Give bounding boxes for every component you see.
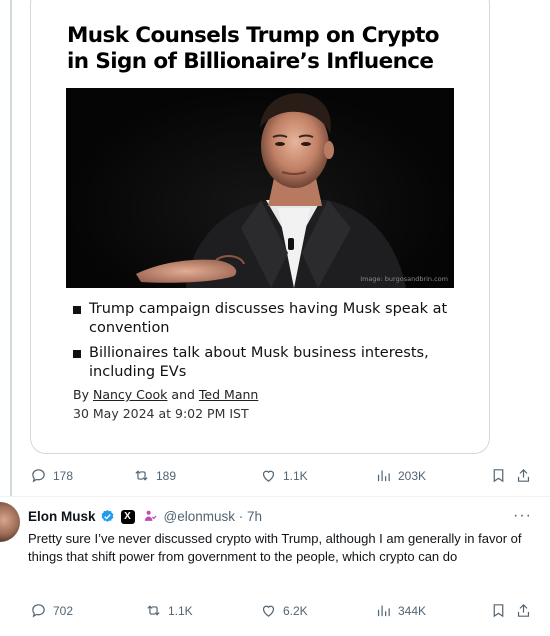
affiliate-icon[interactable] [143, 509, 158, 524]
like-icon [262, 605, 275, 617]
reply-button[interactable]: 702 [30, 602, 73, 619]
author-link-ted-mann[interactable]: Ted Mann [199, 387, 258, 402]
like-button[interactable]: 1.1K [260, 467, 308, 484]
tweet-divider [0, 496, 550, 497]
repost-button[interactable]: 1.1K [145, 602, 193, 619]
bullet-square-icon [73, 306, 81, 314]
article-byline: By Nancy Cook and Ted Mann [73, 387, 258, 402]
share-icon [517, 603, 530, 617]
portrait-illustration [136, 93, 406, 288]
share-button[interactable] [515, 602, 532, 622]
thread-line [10, 0, 12, 496]
reply-post-header: Elon Musk X @elonmusk · 7h [28, 509, 262, 524]
byline-and: and [171, 387, 195, 402]
article-card[interactable]: Musk Counsels Trump on Crypto in Sign of… [30, 0, 490, 454]
bullet-text: Trump campaign discusses having Musk spe… [89, 301, 448, 336]
image-credit: Image: burgosandbrin.com [360, 275, 448, 283]
views-button[interactable]: 203K [375, 467, 426, 484]
reply-button[interactable]: 178 [30, 467, 73, 484]
views-count: 344K [398, 603, 427, 618]
article-headline: Musk Counsels Trump on Crypto in Sign of… [67, 23, 440, 74]
bullet-square-icon [73, 350, 81, 358]
reply-post-action-bar: 702 1.1K 6.2K 344K [30, 602, 535, 622]
first-tweet-action-bar: 178 189 1.1K 203K [30, 467, 535, 487]
bookmark-button[interactable] [490, 467, 507, 487]
views-button[interactable]: 344K [375, 602, 426, 619]
repost-icon [147, 605, 160, 616]
like-count: 6.2K [283, 603, 308, 618]
like-icon [262, 470, 275, 482]
post-text: Pretty sure I’ve never discussed crypto … [28, 531, 522, 564]
verified-icon [101, 509, 113, 522]
repost-icon [135, 470, 148, 481]
views-icon [377, 470, 390, 482]
bookmark-icon [493, 604, 504, 618]
bullet-item: Trump campaign discusses having Musk spe… [73, 300, 473, 338]
share-icon [517, 468, 530, 482]
bullet-item: Billionaires talk about Musk business in… [73, 344, 473, 382]
repost-button[interactable]: 189 [133, 467, 176, 484]
repost-count: 189 [156, 468, 177, 483]
author-handle-time[interactable]: @elonmusk · 7h [164, 509, 263, 524]
byline-prefix: By [73, 387, 89, 402]
bookmark-button[interactable] [490, 602, 507, 622]
share-button[interactable] [515, 467, 532, 487]
reply-icon [32, 469, 45, 483]
like-count: 1.1K [283, 468, 308, 483]
author-link-nancy-cook[interactable]: Nancy Cook [93, 387, 167, 402]
x-badge-icon[interactable]: X [120, 509, 135, 524]
views-count: 203K [398, 468, 427, 483]
like-button[interactable]: 6.2K [260, 602, 308, 619]
reply-count: 702 [53, 603, 74, 618]
repost-count: 1.1K [168, 603, 193, 618]
article-date: 30 May 2024 at 9:02 PM IST [73, 406, 249, 421]
bookmark-icon [493, 469, 504, 483]
more-icon[interactable]: ··· [513, 507, 532, 525]
reply-icon [32, 604, 45, 618]
avatar[interactable] [0, 502, 20, 542]
article-bullets: Trump campaign discusses having Musk spe… [73, 300, 473, 388]
article-photo: Image: burgosandbrin.com [66, 88, 454, 288]
views-icon [377, 605, 390, 617]
reply-count: 178 [53, 468, 74, 483]
bullet-text: Billionaires talk about Musk business in… [89, 345, 429, 380]
author-name[interactable]: Elon Musk [28, 509, 96, 524]
